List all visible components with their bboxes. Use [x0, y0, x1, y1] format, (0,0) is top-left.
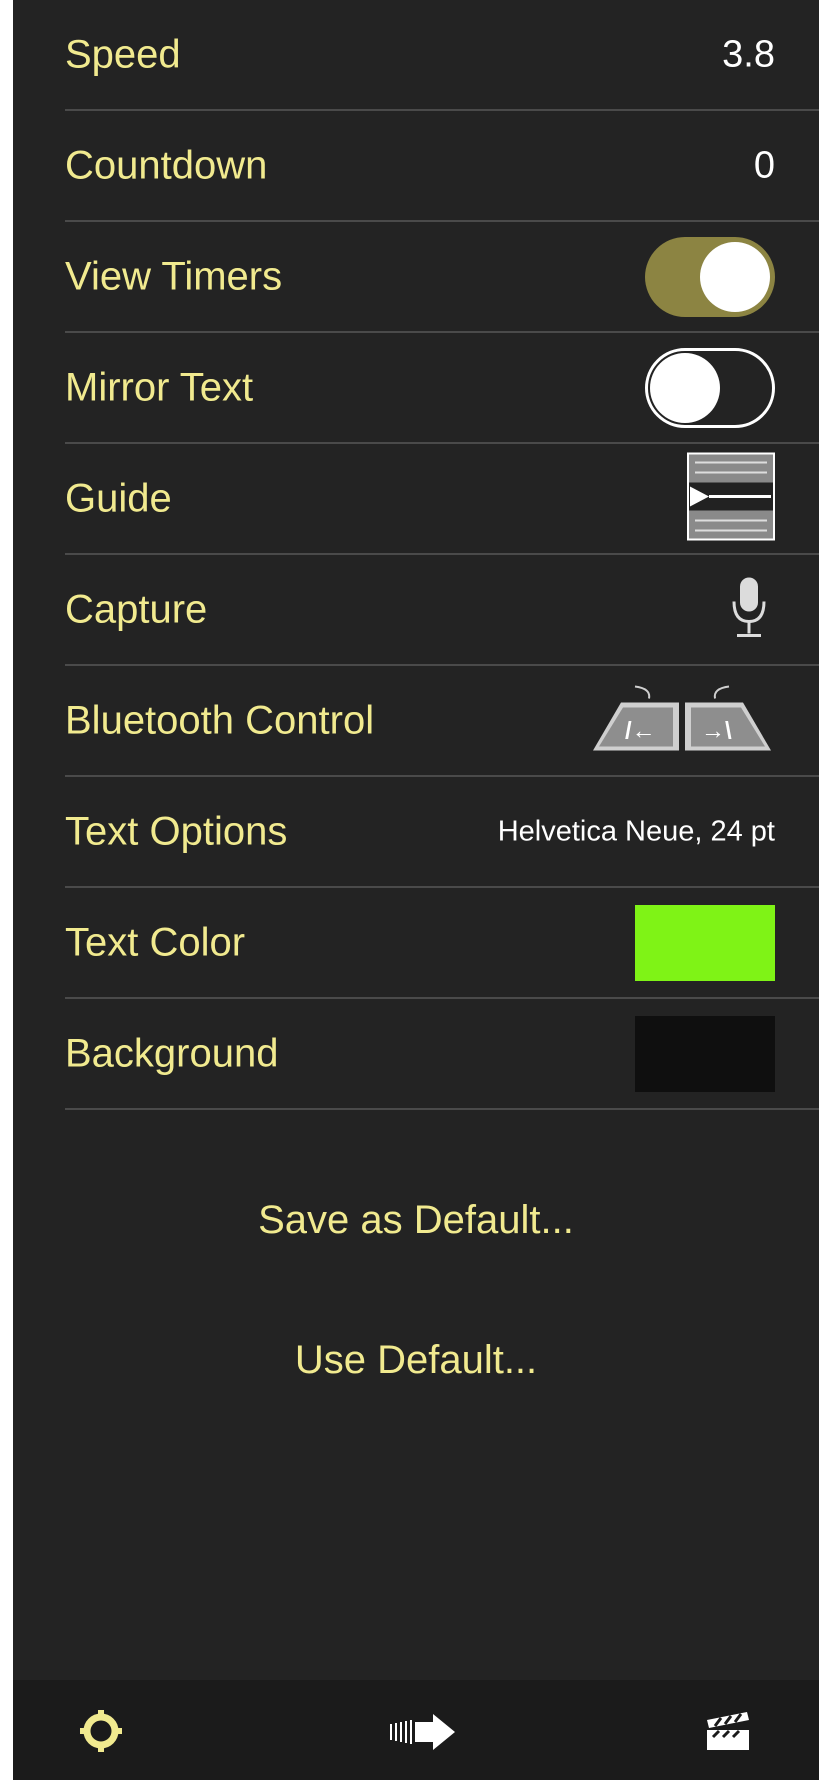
bluetooth-pedals-icon[interactable]: /← →\ — [589, 682, 775, 759]
gear-icon[interactable] — [80, 1710, 122, 1757]
row-guide[interactable]: Guide — [65, 444, 819, 555]
row-mirror-text: Mirror Text — [65, 333, 819, 444]
text-options-value: Helvetica Neue, 24 pt — [497, 815, 775, 847]
guide-label: Guide — [65, 476, 172, 520]
capture-label: Capture — [65, 587, 208, 631]
row-countdown[interactable]: Countdown 0 — [65, 111, 819, 222]
speed-value: 3.8 — [722, 33, 775, 75]
background-label: Background — [65, 1031, 279, 1075]
row-bluetooth-control[interactable]: Bluetooth Control /← →\ — [65, 666, 819, 777]
countdown-label: Countdown — [65, 143, 268, 187]
toggle-knob — [700, 241, 770, 312]
mirror-text-label: Mirror Text — [65, 365, 254, 409]
settings-screen: Speed 3.8 Countdown 0 View Timers Mirror… — [13, 0, 819, 1780]
use-default-button[interactable]: Use Default... — [13, 1338, 819, 1383]
background-color-swatch[interactable] — [635, 1015, 775, 1092]
row-background[interactable]: Background — [65, 999, 819, 1110]
view-timers-toggle[interactable] — [645, 236, 775, 317]
row-text-options[interactable]: Text Options Helvetica Neue, 24 pt — [65, 777, 819, 888]
row-view-timers: View Timers — [65, 222, 819, 333]
countdown-value: 0 — [753, 144, 775, 186]
mirror-text-toggle[interactable] — [645, 347, 775, 428]
svg-text:→\: →\ — [701, 717, 732, 744]
toggle-knob — [650, 352, 720, 423]
row-capture[interactable]: Capture — [65, 555, 819, 666]
text-color-label: Text Color — [65, 920, 246, 964]
svg-text:/←: /← — [625, 717, 656, 744]
guide-icon[interactable] — [687, 452, 775, 545]
microphone-icon[interactable] — [729, 575, 769, 644]
speed-label: Speed — [65, 32, 181, 76]
forward-arrow-icon[interactable] — [389, 1714, 457, 1755]
tab-bar — [13, 1680, 819, 1780]
clapperboard-icon[interactable] — [705, 1710, 751, 1757]
row-speed[interactable]: Speed 3.8 — [65, 0, 819, 111]
text-options-label: Text Options — [65, 809, 288, 853]
row-text-color[interactable]: Text Color — [65, 888, 819, 999]
bluetooth-control-label: Bluetooth Control — [65, 698, 375, 742]
text-color-swatch[interactable] — [635, 904, 775, 981]
save-as-default-button[interactable]: Save as Default... — [13, 1198, 819, 1243]
view-timers-label: View Timers — [65, 254, 283, 298]
